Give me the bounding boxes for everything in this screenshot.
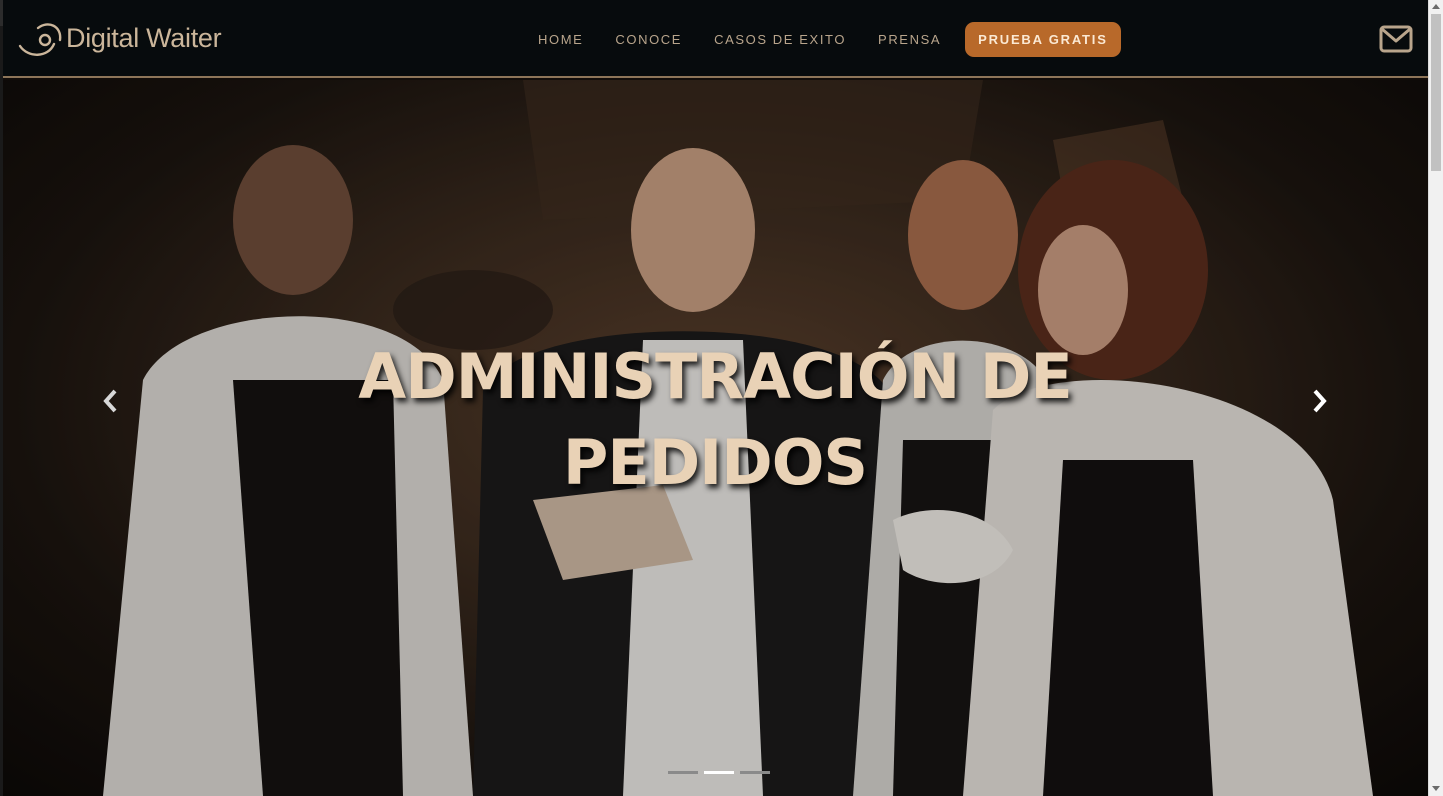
- carousel-indicator-3[interactable]: [740, 771, 770, 774]
- nav-prensa[interactable]: PRENSA: [878, 32, 941, 47]
- chevron-left-icon: [103, 389, 117, 413]
- logo-mark-icon: [18, 23, 62, 56]
- navbar: Digital Waiter HOME CONOCE CASOS DE EXIT…: [3, 0, 1428, 78]
- scroll-up-arrow-icon[interactable]: [1432, 4, 1440, 9]
- scrollbar-thumb[interactable]: [1431, 14, 1441, 171]
- carousel-next-button[interactable]: [1300, 380, 1340, 422]
- carousel-indicator-2[interactable]: [704, 771, 734, 774]
- carousel-prev-button[interactable]: [90, 380, 130, 422]
- scroll-down-arrow-icon[interactable]: [1432, 786, 1440, 791]
- brand-logo[interactable]: Digital Waiter: [18, 18, 222, 58]
- main-nav: HOME CONOCE CASOS DE EXITO PRENSA PRUEBA…: [522, 22, 1121, 57]
- nav-home[interactable]: HOME: [538, 32, 583, 47]
- chevron-right-icon: [1313, 389, 1327, 413]
- envelope-icon[interactable]: [1379, 24, 1413, 54]
- carousel-indicators: [665, 771, 773, 774]
- carousel-indicator-1[interactable]: [668, 771, 698, 774]
- page: Digital Waiter HOME CONOCE CASOS DE EXIT…: [3, 0, 1428, 796]
- nav-conoce[interactable]: CONOCE: [615, 32, 682, 47]
- hero-carousel: ADMINISTRACIÓN DE PEDIDOS: [3, 80, 1428, 796]
- hero-headline: ADMINISTRACIÓN DE PEDIDOS: [358, 339, 1072, 499]
- vertical-scrollbar[interactable]: [1428, 0, 1443, 796]
- prueba-gratis-button[interactable]: PRUEBA GRATIS: [965, 22, 1121, 57]
- brand-name: Digital Waiter: [66, 22, 222, 53]
- nav-casos-de-exito[interactable]: CASOS DE EXITO: [714, 32, 846, 47]
